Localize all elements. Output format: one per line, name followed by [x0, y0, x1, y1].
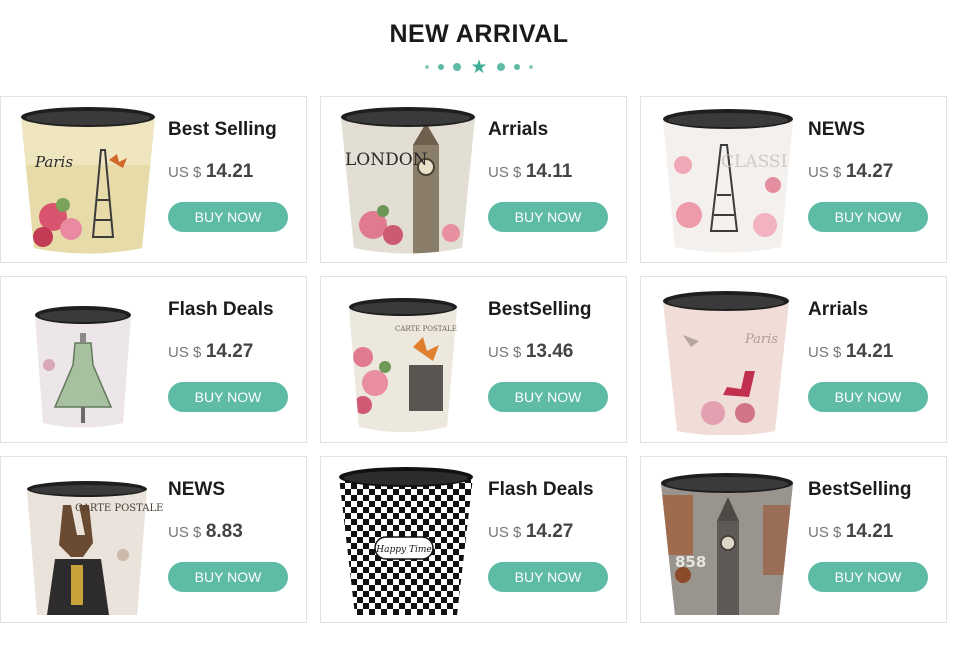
- product-image[interactable]: Happy Time: [333, 465, 483, 615]
- product-card[interactable]: LONDON Arrials US $ 14.11 BUY NOW: [320, 96, 627, 263]
- svg-text:Happy Time: Happy Time: [375, 545, 431, 555]
- product-price: US $ 14.27: [488, 521, 574, 542]
- buy-now-button[interactable]: BUY NOW: [168, 382, 288, 412]
- product-price: US $ 14.21: [168, 161, 254, 182]
- product-image[interactable]: [13, 285, 163, 435]
- product-card[interactable]: 858 BestSelling US $ 14.21 BUY NOW: [640, 456, 947, 623]
- product-name[interactable]: Arrials: [488, 119, 548, 141]
- product-price: US $ 14.21: [808, 521, 894, 542]
- buy-now-button[interactable]: BUY NOW: [808, 562, 928, 592]
- product-card[interactable]: CLASSI NEWS US $ 14.27 BUY NOW: [640, 96, 947, 263]
- buy-now-button[interactable]: BUY NOW: [808, 382, 928, 412]
- product-name[interactable]: BestSelling: [808, 479, 911, 501]
- product-card[interactable]: Paris Arrials US $ 14.21 BUY NOW: [640, 276, 947, 443]
- svg-text:CARTE POSTALE: CARTE POSTALE: [75, 503, 163, 514]
- product-name[interactable]: Arrials: [808, 299, 868, 321]
- svg-text:Paris: Paris: [744, 332, 778, 347]
- buy-now-button[interactable]: BUY NOW: [488, 202, 608, 232]
- product-price: US $ 8.83: [168, 521, 243, 542]
- svg-text:CLASSI: CLASSI: [721, 152, 787, 172]
- star-icon: ★: [470, 56, 488, 78]
- page-title: NEW ARRIVAL: [389, 20, 569, 48]
- product-card[interactable]: CARTE POSTALE BestSelling US $ 13.46 BUY…: [320, 276, 627, 443]
- product-image[interactable]: CLASSI: [653, 105, 803, 255]
- product-image[interactable]: CARTE POSTALE: [13, 465, 163, 615]
- product-image[interactable]: Paris: [653, 285, 803, 435]
- buy-now-button[interactable]: BUY NOW: [488, 562, 608, 592]
- buy-now-button[interactable]: BUY NOW: [168, 202, 288, 232]
- buy-now-button[interactable]: BUY NOW: [488, 382, 608, 412]
- product-name[interactable]: NEWS: [808, 119, 865, 141]
- product-name[interactable]: Best Selling: [168, 119, 277, 141]
- product-image[interactable]: LONDON: [333, 105, 483, 255]
- product-name[interactable]: Flash Deals: [168, 299, 274, 321]
- buy-now-button[interactable]: BUY NOW: [808, 202, 928, 232]
- svg-text:LONDON: LONDON: [345, 150, 428, 170]
- product-price: US $ 14.11: [488, 161, 573, 182]
- product-price: US $ 14.21: [808, 341, 894, 362]
- svg-text:858: 858: [675, 553, 706, 571]
- product-price: US $ 14.27: [808, 161, 894, 182]
- product-price: US $ 14.27: [168, 341, 254, 362]
- svg-text:CARTE POSTALE: CARTE POSTALE: [395, 325, 457, 333]
- product-card[interactable]: CARTE POSTALE NEWS US $ 8.83 BUY NOW: [0, 456, 307, 623]
- product-image[interactable]: CARTE POSTALE: [333, 285, 483, 435]
- svg-text:Paris: Paris: [34, 153, 73, 171]
- product-name[interactable]: NEWS: [168, 479, 225, 501]
- product-card[interactable]: Paris Best Selling US $ 14.21 BUY NOW: [0, 96, 307, 263]
- product-name[interactable]: Flash Deals: [488, 479, 594, 501]
- product-name[interactable]: BestSelling: [488, 299, 591, 321]
- product-image[interactable]: Paris: [13, 105, 163, 255]
- product-card[interactable]: Happy Time Flash Deals US $ 14.27 BUY NO…: [320, 456, 627, 623]
- buy-now-button[interactable]: BUY NOW: [168, 562, 288, 592]
- product-price: US $ 13.46: [488, 341, 574, 362]
- title-divider: ★: [0, 56, 958, 78]
- product-card[interactable]: Flash Deals US $ 14.27 BUY NOW: [0, 276, 307, 443]
- product-image[interactable]: 858: [653, 465, 803, 615]
